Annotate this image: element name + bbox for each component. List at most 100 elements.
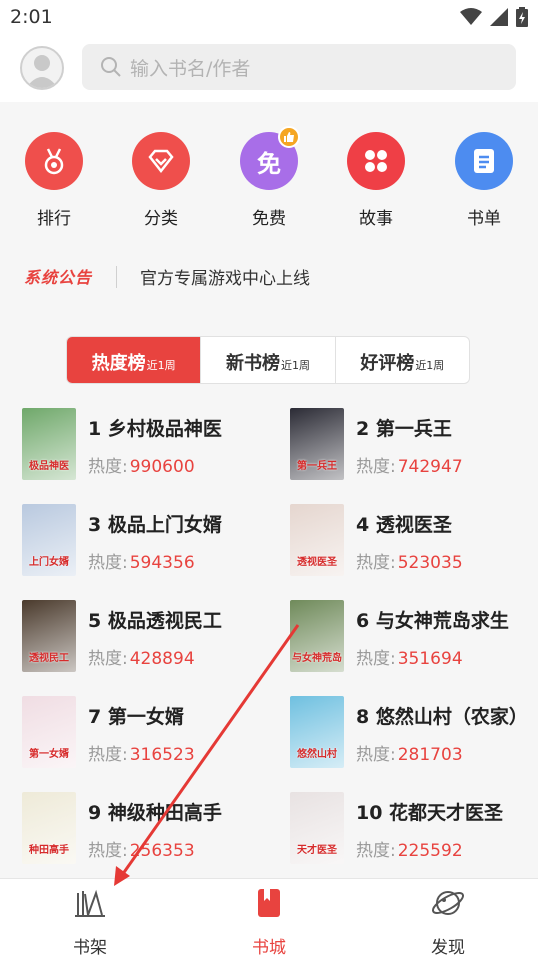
cover-text: 上门女婿 [29,557,69,568]
nav-free[interactable]: 免 免费 [229,126,309,229]
book-item[interactable]: 极品神医 1 乡村极品神医 热度: 990600 [22,408,282,484]
bookstore-icon [258,889,280,917]
thumbs-up-icon [278,126,300,148]
nav-label: 书单 [467,209,501,229]
book-cover: 上门女婿 [22,504,76,576]
header: 输入书名/作者 [0,36,538,102]
book-title: 10 花都天才医圣 [356,802,504,824]
book-heat: 热度: 316523 [88,740,195,765]
list-doc-icon [455,132,513,190]
heat-value: 742947 [397,457,463,477]
cover-text: 第一兵王 [297,461,337,472]
book-item[interactable]: 透视民工 5 极品透视民工 热度: 428894 [22,600,282,676]
heat-value: 256353 [129,841,195,861]
heat-label: 热度: [356,553,396,573]
heat-value: 351694 [397,649,463,669]
book-item[interactable]: 第一女婿 7 第一女婿 热度: 316523 [22,696,282,772]
cover-text: 天才医圣 [297,845,337,856]
book-cover: 第一女婿 [22,696,76,768]
heat-label: 热度: [88,841,128,861]
tab-top-rated[interactable]: 好评榜 近1周 [336,337,469,383]
tab-bookstore[interactable]: 书城 [219,885,319,956]
book-title: 1 乡村极品神医 [88,418,222,440]
status-bar: 2:01 [0,0,538,36]
grid-icon [347,132,405,190]
cover-text: 悠然山村 [297,749,337,760]
signal-icon [490,8,508,26]
cover-text: 极品神医 [29,461,69,472]
status-time: 2:01 [10,6,53,28]
book-cover: 悠然山村 [290,696,344,768]
system-notice[interactable]: 系统公告 官方专属游戏中心上线 [0,262,538,292]
bookstore-content: 排行 分类 免 免费 故事 书单 系统公告 官方专属游戏中心上线 热度榜 近1周… [0,102,538,878]
heat-label: 热度: [356,841,396,861]
heat-label: 热度: [88,457,128,477]
heat-label: 热度: [356,649,396,669]
battery-icon [516,7,528,27]
heat-value: 225592 [397,841,463,861]
book-heat: 热度: 256353 [88,836,195,861]
heat-label: 热度: [88,553,128,573]
search-input[interactable]: 输入书名/作者 [82,44,516,90]
free-icon: 免 [240,126,300,190]
wifi-icon [460,8,482,25]
book-item[interactable]: 与女神荒岛 6 与女神荒岛求生 热度: 351694 [290,600,538,676]
tab-sublabel: 近1周 [415,359,445,372]
tabbar-label: 发现 [431,938,465,956]
notice-text: 官方专属游戏中心上线 [140,269,310,289]
nav-label: 故事 [359,209,393,229]
heat-value: 281703 [397,745,463,765]
tab-new[interactable]: 新书榜 近1周 [201,337,336,383]
book-heat: 热度: 594356 [88,548,195,573]
book-cover: 种田高手 [22,792,76,864]
book-item[interactable]: 天才医圣 10 花都天才医圣 热度: 225592 [290,792,538,868]
heat-value: 990600 [129,457,195,477]
nav-stories[interactable]: 故事 [336,132,416,229]
heat-label: 热度: [356,745,396,765]
tab-bookshelf[interactable]: 书架 [40,885,140,956]
book-heat: 热度: 281703 [356,740,463,765]
heat-value: 594356 [129,553,195,573]
bottom-tab-bar: 书架 书城 发现 [0,878,538,956]
nav-category[interactable]: 分类 [121,132,201,229]
book-title: 8 悠然山村（农家） [356,706,528,728]
tabbar-label: 书城 [252,938,286,956]
cover-text: 与女神荒岛 [292,653,342,664]
book-cover: 透视医圣 [290,504,344,576]
book-title: 2 第一兵王 [356,418,452,440]
tab-hot[interactable]: 热度榜 近1周 [67,337,202,383]
tab-label: 好评榜 [360,353,415,374]
quick-nav: 排行 分类 免 免费 故事 书单 [0,126,538,242]
book-cover: 与女神荒岛 [290,600,344,672]
book-item[interactable]: 上门女婿 3 极品上门女婿 热度: 594356 [22,504,282,580]
book-title: 9 神级种田高手 [88,802,222,824]
book-cover: 天才医圣 [290,792,344,864]
book-item[interactable]: 种田高手 9 神级种田高手 热度: 256353 [22,792,282,868]
heat-value: 316523 [129,745,195,765]
heat-label: 热度: [88,745,128,765]
book-cover: 第一兵王 [290,408,344,480]
book-item[interactable]: 透视医圣 4 透视医圣 热度: 523035 [290,504,538,580]
book-item[interactable]: 第一兵王 2 第一兵王 热度: 742947 [290,408,538,484]
planet-icon [431,891,465,915]
ranking-tabs: 热度榜 近1周 新书榜 近1周 好评榜 近1周 [66,336,470,384]
book-title: 3 极品上门女婿 [88,514,222,536]
tab-discover[interactable]: 发现 [398,885,498,956]
tab-label: 热度榜 [91,353,146,374]
avatar[interactable] [20,46,64,90]
book-heat: 热度: 990600 [88,452,195,477]
divider [116,266,117,288]
book-item[interactable]: 悠然山村 8 悠然山村（农家） 热度: 281703 [290,696,538,772]
book-heat: 热度: 428894 [88,644,195,669]
book-heat: 热度: 523035 [356,548,463,573]
nav-label: 免费 [252,209,286,229]
bookshelf-icon [75,889,105,917]
free-icon-text: 免 [257,149,281,178]
nav-booklist[interactable]: 书单 [444,132,524,229]
book-heat: 热度: 742947 [356,452,463,477]
status-icons [460,7,528,27]
nav-ranking[interactable]: 排行 [14,132,94,229]
book-cover: 透视民工 [22,600,76,672]
search-placeholder: 输入书名/作者 [130,57,251,80]
tabbar-label: 书架 [73,938,107,956]
